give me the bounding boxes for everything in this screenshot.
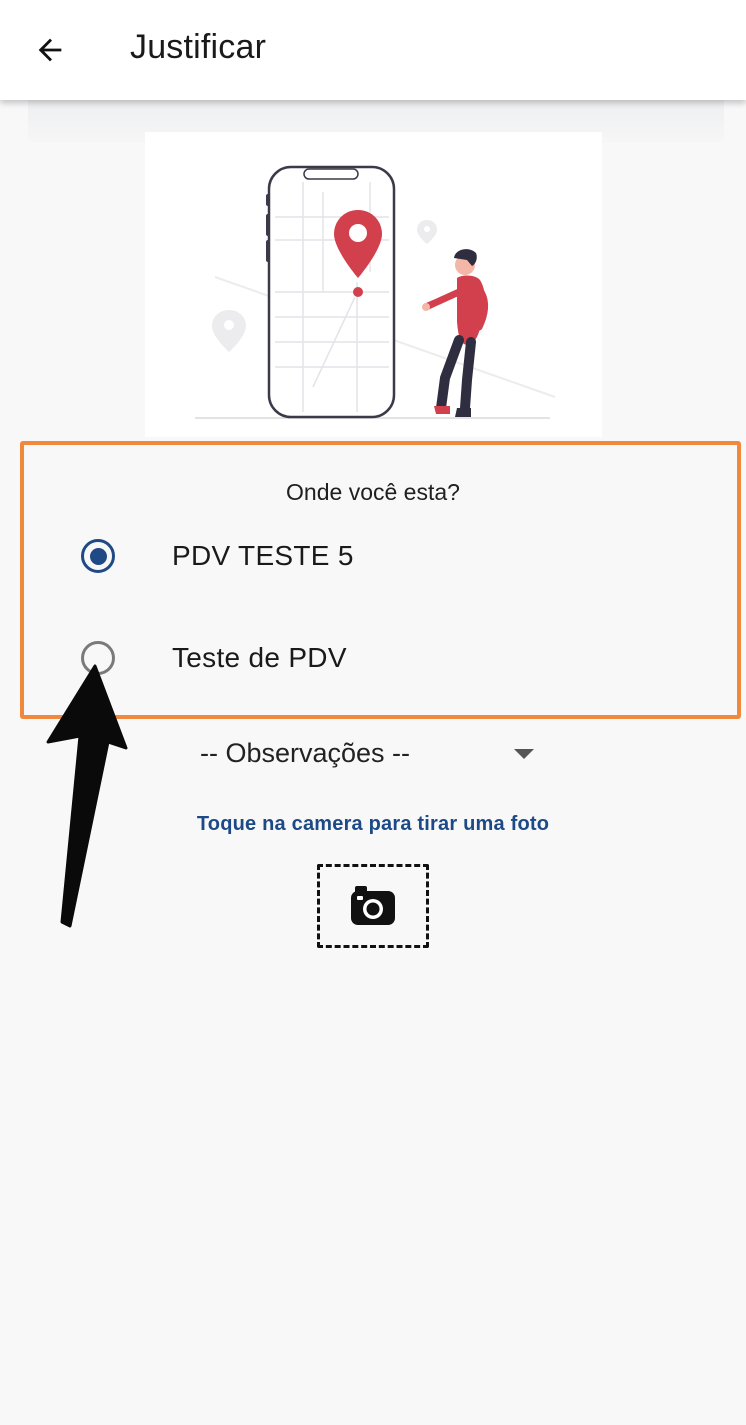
radio-checked-icon[interactable] xyxy=(81,539,115,573)
observations-select[interactable]: -- Observações -- xyxy=(196,728,542,778)
app-bar: Justificar xyxy=(0,0,746,100)
radio-option-label: Teste de PDV xyxy=(172,642,347,673)
arrow-left-icon xyxy=(38,38,62,62)
radio-option-teste-de-pdv[interactable]: Teste de PDV xyxy=(70,628,690,688)
page-title: Justificar xyxy=(130,28,267,66)
radio-option-label: PDV TESTE 5 xyxy=(172,540,354,571)
annotation-arrow xyxy=(46,664,128,928)
camera-icon xyxy=(351,886,395,925)
radio-option-pdv-teste-5[interactable]: PDV TESTE 5 xyxy=(70,526,690,586)
caret-down-icon xyxy=(514,749,534,759)
location-illustration xyxy=(145,132,602,437)
back-button[interactable] xyxy=(24,22,76,78)
camera-button[interactable] xyxy=(317,864,429,948)
observations-select-value: -- Observações -- xyxy=(200,737,411,768)
location-question-label: Onde você esta? xyxy=(286,479,460,505)
